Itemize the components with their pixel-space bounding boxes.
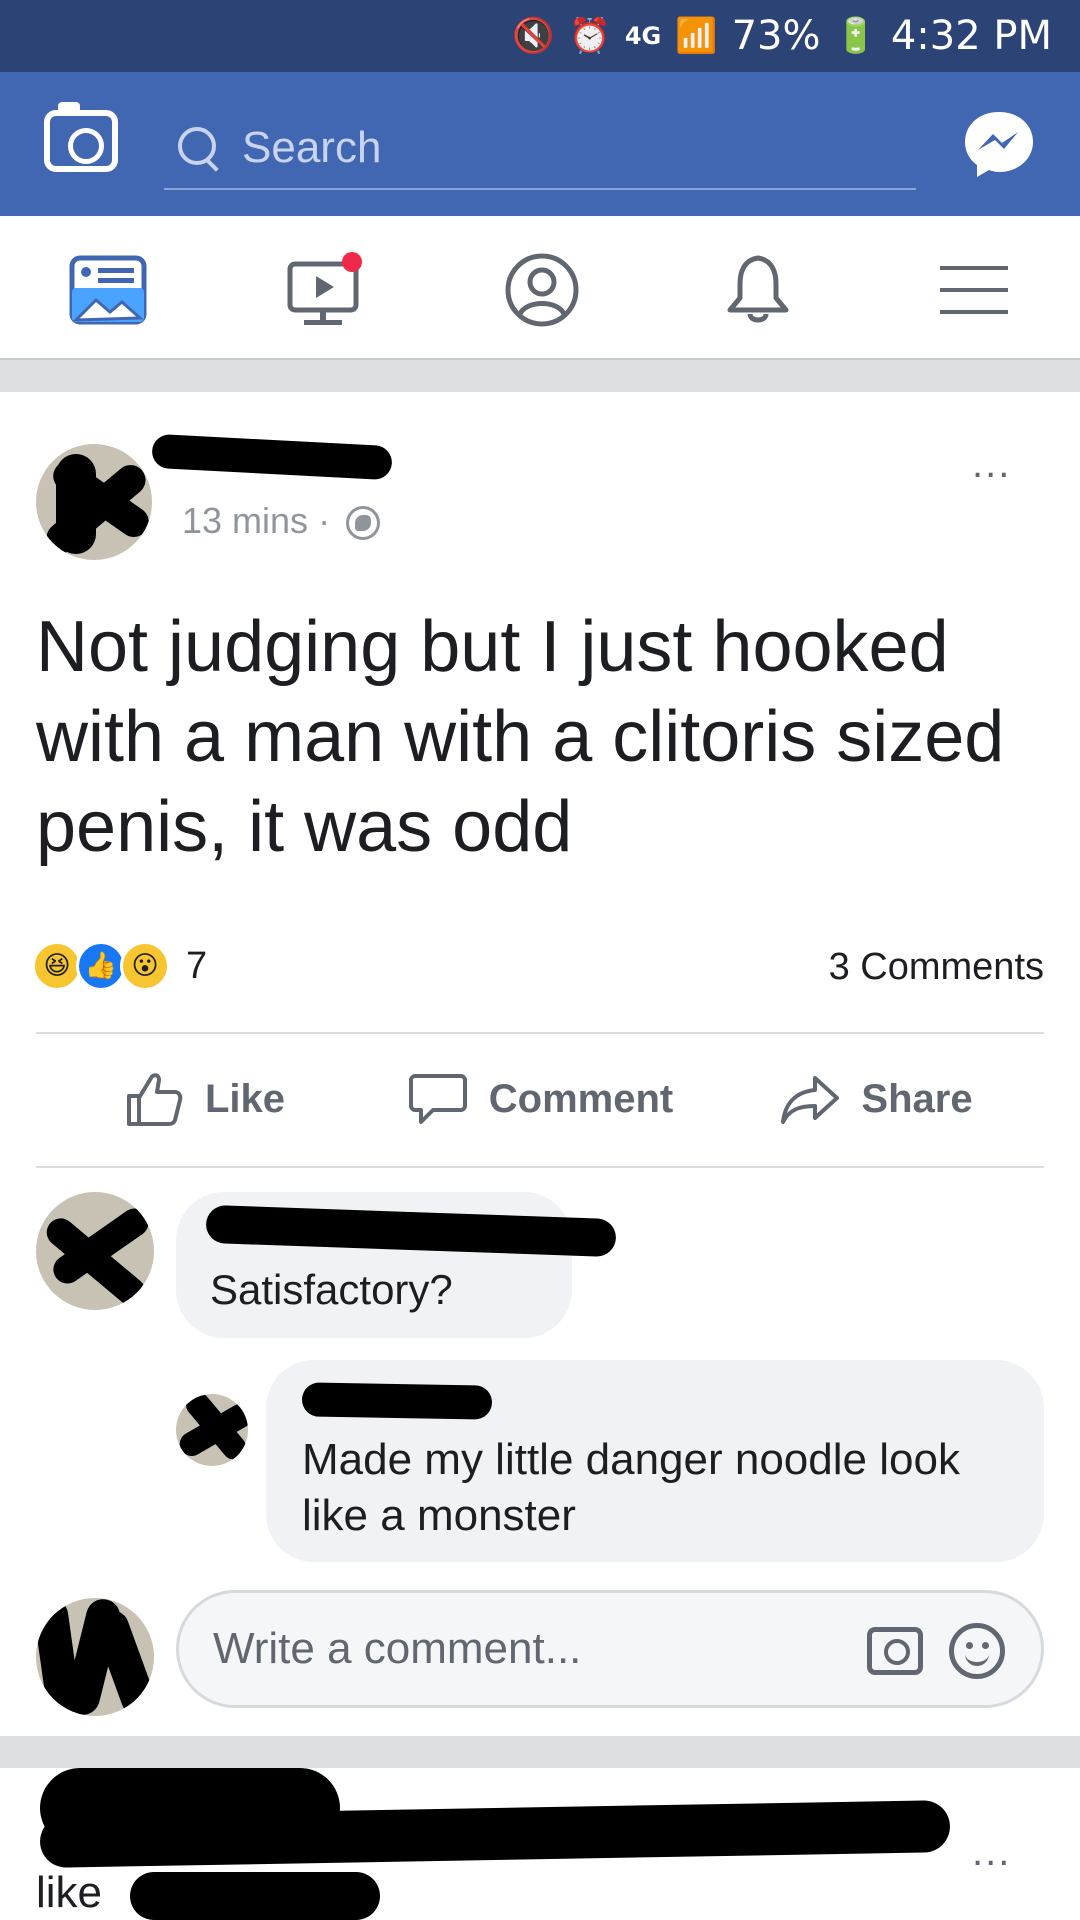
reply-text: Made my little danger noodle look like a… <box>302 1435 960 1540</box>
reply-bubble[interactable]: Made my little danger noodle look like a… <box>266 1360 1044 1562</box>
comment-text: Satisfactory? <box>210 1266 453 1313</box>
post-timestamp: 13 mins · <box>182 500 381 542</box>
commenter-name-redacted[interactable] <box>205 1204 617 1258</box>
my-avatar <box>36 1598 154 1716</box>
redaction-mark <box>56 454 96 554</box>
replier-name-redacted[interactable] <box>301 1382 493 1420</box>
post-options-icon[interactable]: ... <box>972 442 1011 487</box>
like-button[interactable]: Like <box>36 1034 372 1164</box>
haha-reaction-icon: 😆 <box>32 941 82 991</box>
replier-avatar[interactable] <box>176 1394 248 1466</box>
post-actions: Like Comment Share <box>36 1034 1044 1164</box>
reaction-count: 7 <box>186 944 208 987</box>
battery-percent: 73% <box>731 13 821 59</box>
reaction-summary[interactable]: 😆 👍 😮 7 <box>32 938 207 994</box>
divider <box>36 1166 1044 1168</box>
comment-icon <box>408 1074 467 1124</box>
mute-icon: 🔇 <box>512 16 555 56</box>
next-feed-story: like ... <box>0 1768 1080 1920</box>
commenter-avatar[interactable] <box>36 1192 154 1310</box>
post-time-text: 13 mins <box>182 500 309 541</box>
comment-button[interactable]: Comment <box>372 1034 708 1164</box>
nav-tabs <box>0 216 1080 360</box>
search-input[interactable]: Search <box>242 123 381 173</box>
search-bar[interactable]: Search <box>164 108 916 190</box>
redaction-mark <box>130 1872 380 1920</box>
network-type: 4G <box>624 22 662 50</box>
share-icon <box>781 1076 840 1124</box>
alarm-icon: ⏰ <box>568 16 611 56</box>
comment-placeholder: Write a comment... <box>213 1624 582 1673</box>
globe-icon <box>346 506 381 541</box>
camera-icon[interactable] <box>867 1627 923 1675</box>
search-icon <box>174 125 220 171</box>
status-bar: 🔇 ⏰ 4G 📶 73% 🔋 4:32 PM <box>0 0 1080 72</box>
author-name-redacted[interactable] <box>151 433 393 481</box>
share-button[interactable]: Share <box>708 1034 1044 1164</box>
feed-post: 13 mins · ... Not judging but I just hoo… <box>0 392 1080 1736</box>
notifications-tab-icon[interactable] <box>718 250 798 330</box>
wow-reaction-icon: 😮 <box>120 941 170 991</box>
menu-tab-icon[interactable] <box>934 250 1014 330</box>
top-app-bar: Search <box>0 72 1080 216</box>
share-label: Share <box>861 1076 973 1121</box>
messenger-icon[interactable] <box>962 110 1036 178</box>
camera-icon[interactable] <box>44 102 118 172</box>
next-story-options-icon[interactable]: ... <box>972 1830 1011 1875</box>
post-body: Not judging but I just hooked with a man… <box>36 607 1005 867</box>
comment-bubble[interactable]: Satisfactory? <box>176 1192 617 1338</box>
battery-icon: 🔋 <box>834 16 877 56</box>
emoji-icon[interactable] <box>949 1623 1005 1679</box>
clock: 4:32 PM <box>890 13 1052 59</box>
comment-input[interactable]: Write a comment... <box>176 1590 1044 1708</box>
feed-separator <box>0 1736 1080 1768</box>
next-story-text: like <box>36 1868 103 1917</box>
watch-tab-icon[interactable] <box>284 250 364 330</box>
signal-icon: 📶 <box>675 16 718 56</box>
profile-tab-icon[interactable] <box>502 250 582 330</box>
like-reaction-icon: 👍 <box>76 941 126 991</box>
thumbs-up-icon <box>126 1073 183 1126</box>
comment-label: Comment <box>488 1076 674 1121</box>
like-label: Like <box>204 1076 286 1121</box>
dot-separator: · <box>318 500 331 541</box>
news-feed-tab-icon[interactable] <box>68 250 148 330</box>
author-avatar[interactable] <box>36 444 152 560</box>
comments-count-link[interactable]: 3 Comments <box>829 946 1044 989</box>
feed-separator <box>0 360 1080 392</box>
